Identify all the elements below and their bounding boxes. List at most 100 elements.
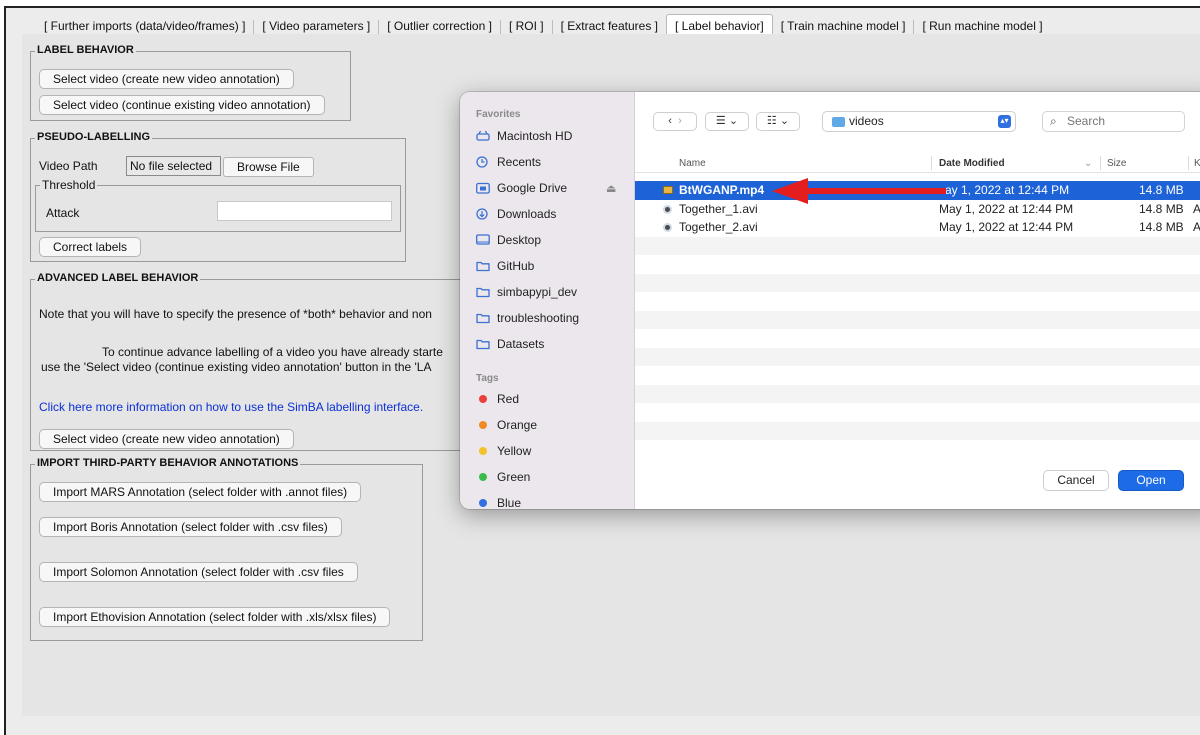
download-icon (476, 208, 490, 220)
sidebar-tag-blue[interactable]: Blue (476, 493, 626, 509)
import-mars-button[interactable]: Import MARS Annotation (select folder wi… (39, 482, 362, 502)
sidebar-item-macintosh-hd[interactable]: Macintosh HD (476, 126, 626, 146)
sidebar-item-label: Desktop (497, 233, 542, 247)
file-date: ay 1, 2022 at 12:44 PM (945, 183, 1070, 197)
back-chevron-icon[interactable]: ‹ (668, 115, 672, 127)
dialog-footer: Cancel Open (635, 455, 1200, 509)
sidebar-item-desktop[interactable]: Desktop (476, 230, 626, 250)
file-size: 14.8 MB (1139, 201, 1184, 216)
eject-icon[interactable]: ⏏ (606, 182, 616, 195)
location-popup[interactable]: videos ▴▾ (822, 111, 1016, 132)
video-file-icon (663, 204, 672, 214)
sort-chevron-icon: ⌄ (1084, 158, 1093, 169)
video-file-icon (663, 223, 672, 232)
file-list: BtWGANP.mp4 ay 1, 2022 at 12:44 PM 14.8 … (635, 181, 1200, 455)
empty-row (635, 292, 1200, 311)
select-video-continue-button[interactable]: Select video (continue existing video an… (39, 95, 325, 115)
grid-icon: ☷ (766, 115, 777, 127)
up-down-stepper-icon: ▴▾ (998, 115, 1011, 128)
label-behavior-title: LABEL BEHAVIOR (35, 44, 136, 56)
select-video-new-button[interactable]: Select video (create new video annotatio… (39, 69, 294, 89)
drive-folder-icon (476, 182, 490, 194)
tag-dot-icon (479, 499, 487, 507)
sidebar-item-github[interactable]: GitHub (476, 256, 626, 276)
empty-row (635, 310, 1200, 329)
file-name: BtWGANP.mp4 (679, 183, 765, 197)
attack-threshold-input[interactable] (217, 201, 392, 221)
sidebar-item-label: simbapypi_dev (497, 285, 578, 299)
dialog-sidebar: Favorites Macintosh HD Recents Google Dr… (460, 92, 635, 509)
column-name[interactable]: Name (679, 158, 706, 169)
import-ethovision-button[interactable]: Import Ethovision Annotation (select fol… (39, 607, 391, 627)
column-date-modified[interactable]: Date Modified (939, 158, 1005, 169)
correct-labels-button[interactable]: Correct labels (39, 237, 142, 257)
video-file-icon (663, 186, 673, 194)
browse-file-button[interactable]: Browse File (223, 157, 314, 177)
grid-view-button[interactable]: ☷ ⌄ (756, 112, 800, 131)
file-row[interactable]: Together_2.avi May 1, 2022 at 12:44 PM 1… (635, 218, 1200, 237)
forward-chevron-icon[interactable]: › (678, 115, 682, 127)
empty-row (635, 236, 1200, 255)
third-party-import-frame: IMPORT THIRD-PARTY BEHAVIOR ANNOTATIONS … (30, 457, 423, 641)
tag-dot-icon (479, 473, 487, 481)
empty-row (635, 347, 1200, 366)
search-input[interactable] (1067, 114, 1177, 128)
sidebar-item-label: Downloads (497, 207, 557, 221)
sidebar-item-recents[interactable]: Recents (476, 152, 626, 172)
chevron-down-icon: ⌄ (779, 115, 790, 127)
advanced-select-video-new-button[interactable]: Select video (create new video annotatio… (39, 429, 294, 449)
column-size[interactable]: Size (1107, 158, 1126, 169)
search-field[interactable]: ⌕ (1042, 111, 1185, 132)
folder-icon (476, 286, 490, 298)
file-kind: A (1193, 220, 1200, 234)
sidebar-item-downloads[interactable]: Downloads (476, 204, 626, 224)
empty-row (635, 255, 1200, 274)
open-button[interactable]: Open (1118, 470, 1184, 491)
file-list-header: Name Date Modified ⌄ Size K (635, 153, 1200, 173)
threshold-title: Threshold (40, 178, 98, 192)
pseudo-labelling-frame: PSEUDO-LABELLING Video Path No file sele… (30, 131, 406, 262)
import-solomon-button[interactable]: Import Solomon Annotation (select folder… (39, 562, 358, 582)
sidebar-item-label: Recents (497, 155, 542, 169)
simba-labelling-help-link[interactable]: Click here more information on how to us… (39, 400, 423, 414)
threshold-frame: Threshold Attack (35, 178, 401, 232)
empty-row (635, 384, 1200, 403)
advanced-note: Note that you will have to specify the p… (39, 307, 432, 321)
import-boris-button[interactable]: Import Boris Annotation (select folder w… (39, 517, 342, 537)
sidebar-item-label: Yellow (497, 444, 532, 458)
sidebar-tag-orange[interactable]: Orange (476, 415, 626, 435)
sidebar-item-label: Orange (497, 418, 538, 432)
back-forward-buttons[interactable]: ‹ › (653, 112, 697, 131)
red-arrow-annotation (772, 178, 946, 204)
tag-dot-icon (479, 447, 487, 455)
empty-row (635, 421, 1200, 440)
sidebar-item-simbapypi-dev[interactable]: simbapypi_dev (476, 282, 626, 302)
dialog-toolbar: ‹ › ☰ ⌄ ☷ ⌄ videos ▴▾ ⌕ (635, 92, 1200, 148)
cancel-button[interactable]: Cancel (1043, 470, 1109, 491)
video-path-value: No file selected (126, 156, 221, 176)
folder-icon (476, 312, 490, 324)
drive-icon (476, 130, 490, 142)
sidebar-item-label: Macintosh HD (497, 129, 573, 143)
column-divider (931, 156, 932, 170)
column-divider (1188, 156, 1189, 170)
empty-row (635, 329, 1200, 348)
sidebar-tag-yellow[interactable]: Yellow (476, 441, 626, 461)
sidebar-item-troubleshooting[interactable]: troubleshooting (476, 308, 626, 328)
sidebar-tag-red[interactable]: Red (476, 389, 626, 409)
sidebar-item-google-drive[interactable]: Google Drive ⏏ (476, 178, 626, 198)
sidebar-item-datasets[interactable]: Datasets (476, 334, 626, 354)
sidebar-item-label: Datasets (497, 337, 545, 351)
advanced-label-frame: ADVANCED LABEL BEHAVIOR Note that you wi… (30, 272, 490, 451)
continue-labelling-line1: To continue advance labelling of a video… (102, 345, 443, 359)
sidebar-item-label: troubleshooting (497, 311, 580, 325)
tags-header: Tags (476, 373, 499, 384)
column-kind[interactable]: K (1194, 158, 1200, 169)
chevron-down-icon: ⌄ (728, 115, 739, 127)
attack-label: Attack (46, 206, 80, 220)
list-view-button[interactable]: ☰ ⌄ (705, 112, 749, 131)
sidebar-tag-green[interactable]: Green (476, 467, 626, 487)
file-date: May 1, 2022 at 12:44 PM (939, 201, 1074, 216)
tab-label-behavior[interactable]: [ Label behavior] (666, 14, 773, 36)
empty-row (635, 366, 1200, 385)
